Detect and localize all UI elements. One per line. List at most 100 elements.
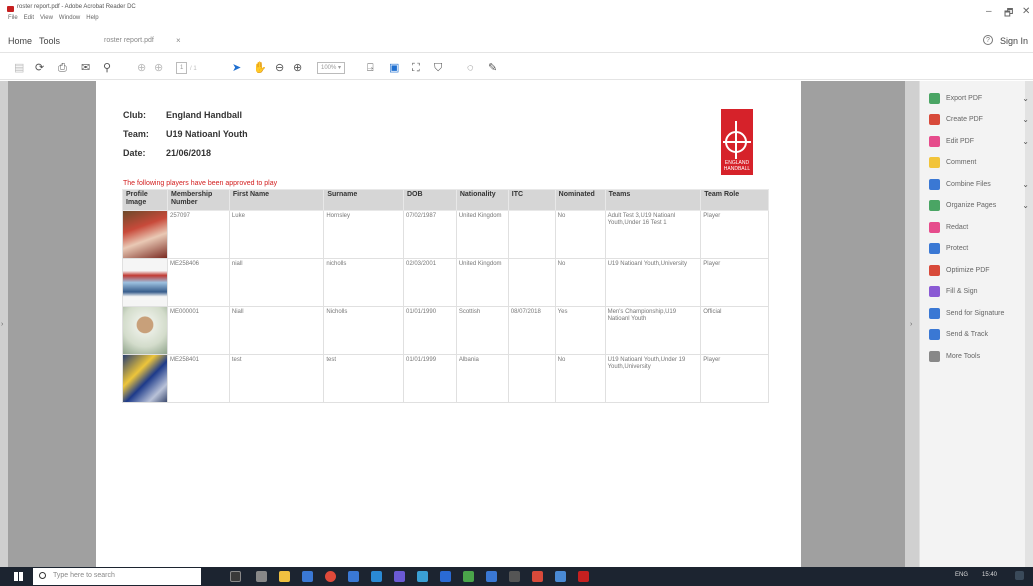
- col-membership-number: Membership Number: [167, 189, 230, 211]
- next-page-icon[interactable]: ⊕: [154, 61, 163, 75]
- team-value: U19 Natioanl Youth: [166, 129, 248, 139]
- fit-page-icon[interactable]: ⍈: [367, 61, 374, 75]
- mail-icon[interactable]: [348, 571, 359, 582]
- tool-combine-files[interactable]: Combine Files ⌄: [929, 177, 1029, 191]
- chevron-down-icon[interactable]: ⌄: [1022, 137, 1029, 146]
- zoom-in-icon[interactable]: ⊕: [293, 61, 302, 75]
- tab-home[interactable]: Home: [8, 36, 32, 46]
- zoom-out-icon[interactable]: ⊖: [275, 61, 284, 75]
- maximize-button[interactable]: 🗗: [1004, 6, 1013, 23]
- page-display-icon[interactable]: ▣: [389, 61, 399, 75]
- collapse-right-icon[interactable]: ›: [910, 321, 912, 328]
- task-view-icon[interactable]: [256, 571, 267, 582]
- settings-icon[interactable]: [509, 571, 520, 582]
- approval-note: The following players have been approved…: [123, 180, 278, 187]
- store-icon[interactable]: [302, 571, 313, 582]
- menu-help[interactable]: Help: [86, 15, 98, 21]
- nominated-cell: No: [554, 210, 606, 259]
- chevron-down-icon[interactable]: ⌄: [1022, 115, 1029, 124]
- tools-panel-scrollbar[interactable]: [1025, 81, 1033, 567]
- tool-redact[interactable]: Redact: [929, 220, 1029, 234]
- tab-close-icon[interactable]: ×: [176, 36, 181, 45]
- close-button[interactable]: ✕: [1022, 6, 1030, 17]
- tool-create-pdf[interactable]: Create PDF ⌄: [929, 113, 1029, 127]
- share-icon[interactable]: ⟳: [35, 61, 44, 75]
- tool-label: Comment: [946, 159, 977, 166]
- tool-more-tools[interactable]: More Tools: [929, 349, 1029, 363]
- tool-fill-sign[interactable]: Fill & Sign: [929, 285, 1029, 299]
- chrome-icon[interactable]: [325, 571, 336, 582]
- expand-left-icon[interactable]: ›: [1, 321, 3, 328]
- menu-view[interactable]: View: [40, 15, 53, 21]
- taskbar-search-box[interactable]: Type here to search: [33, 568, 201, 585]
- menu-edit[interactable]: Edit: [24, 15, 34, 21]
- tool-label: Edit PDF: [946, 137, 975, 145]
- tool-send-track[interactable]: Send & Track: [929, 328, 1029, 342]
- previous-page-icon[interactable]: ⊕: [137, 61, 146, 75]
- email-icon[interactable]: ✉: [81, 61, 90, 75]
- organize-pages-icon: [929, 200, 940, 211]
- tab-document[interactable]: roster report.pdf: [104, 37, 154, 44]
- hand-tool-icon[interactable]: ✋: [253, 61, 267, 75]
- page-number-field[interactable]: 1: [176, 62, 188, 74]
- table-row: ME258401 test test 01/01/1999 Albania No…: [122, 354, 769, 403]
- table-row: ME258406 niall nicholls 02/03/2001 Unite…: [122, 258, 769, 307]
- menu-file[interactable]: File: [8, 15, 18, 21]
- club-label: Club:: [123, 110, 146, 120]
- file-explorer-icon[interactable]: [279, 571, 290, 582]
- clock[interactable]: 15:40: [982, 572, 997, 578]
- tool-optimize-pdf[interactable]: Optimize PDF: [929, 263, 1029, 277]
- col-first-name: First Name: [228, 189, 325, 211]
- select-tool-icon[interactable]: ➤: [232, 61, 241, 75]
- itc-cell: [507, 258, 556, 307]
- export-pdf-icon: [929, 92, 940, 104]
- acrobat-taskbar-icon[interactable]: [578, 571, 589, 582]
- left-pane-toggle[interactable]: ›: [0, 81, 8, 567]
- powerpoint-icon[interactable]: [394, 571, 405, 582]
- tab-tools[interactable]: Tools: [39, 36, 60, 46]
- first-name-cell: niall: [228, 258, 325, 307]
- tool-label: Redact: [946, 223, 969, 231]
- help-icon[interactable]: ?: [983, 35, 993, 45]
- read-mode-icon[interactable]: ⛉: [434, 61, 442, 75]
- teams-icon[interactable]: [486, 571, 497, 582]
- right-pane-toggle[interactable]: ›: [905, 81, 919, 567]
- language-indicator[interactable]: ENG: [955, 572, 968, 578]
- menu-window[interactable]: Window: [59, 15, 80, 21]
- membership-cell: ME000001: [167, 306, 230, 355]
- teams-cell: Men's Championship,U19 Natioanl Youth: [604, 306, 702, 355]
- print-icon[interactable]: ⎙: [58, 61, 67, 75]
- word-icon[interactable]: [440, 571, 451, 582]
- windows-start-icon[interactable]: [14, 572, 23, 581]
- role-cell: Player: [700, 354, 769, 403]
- save-icon[interactable]: ▤: [14, 61, 24, 75]
- highlight-pen-icon[interactable]: ✎: [488, 61, 497, 75]
- table-row: ME000001 Niall Nicholls 01/01/1990 Scott…: [122, 306, 769, 355]
- tool-edit-pdf[interactable]: Edit PDF ⌄: [929, 134, 1029, 148]
- firefox-icon[interactable]: [555, 571, 566, 582]
- itc-cell: [507, 210, 556, 259]
- dob-cell: 01/01/1990: [403, 306, 457, 355]
- minimize-button[interactable]: –: [986, 6, 992, 17]
- tool-export-pdf[interactable]: Export PDF ⌄: [929, 91, 1029, 105]
- tool-comment[interactable]: Comment: [929, 156, 1029, 170]
- zoom-dropdown[interactable]: 100% ▾: [317, 62, 346, 74]
- chevron-down-icon[interactable]: ⌄: [1022, 94, 1029, 103]
- filezilla-icon[interactable]: [532, 571, 543, 582]
- tool-label: Combine Files: [946, 180, 991, 188]
- nominated-cell: Yes: [554, 306, 606, 355]
- tool-send-for-signature[interactable]: Send for Signature: [929, 306, 1029, 320]
- outlook-icon[interactable]: [371, 571, 382, 582]
- chevron-down-icon[interactable]: ⌄: [1022, 180, 1029, 189]
- tool-organize-pages[interactable]: Organize Pages ⌄: [929, 199, 1029, 213]
- full-screen-icon[interactable]: ⛶: [412, 61, 420, 75]
- search-icon[interactable]: ⚲: [103, 61, 111, 75]
- comment-icon[interactable]: ◌: [467, 61, 474, 75]
- sign-in-button[interactable]: Sign In: [1000, 36, 1028, 46]
- microphone-icon[interactable]: [230, 571, 241, 582]
- excel-icon[interactable]: [463, 571, 474, 582]
- app-icon[interactable]: [417, 571, 428, 582]
- chevron-down-icon[interactable]: ⌄: [1022, 201, 1029, 210]
- tool-protect[interactable]: Protect: [929, 242, 1029, 256]
- notification-icon[interactable]: [1015, 571, 1024, 580]
